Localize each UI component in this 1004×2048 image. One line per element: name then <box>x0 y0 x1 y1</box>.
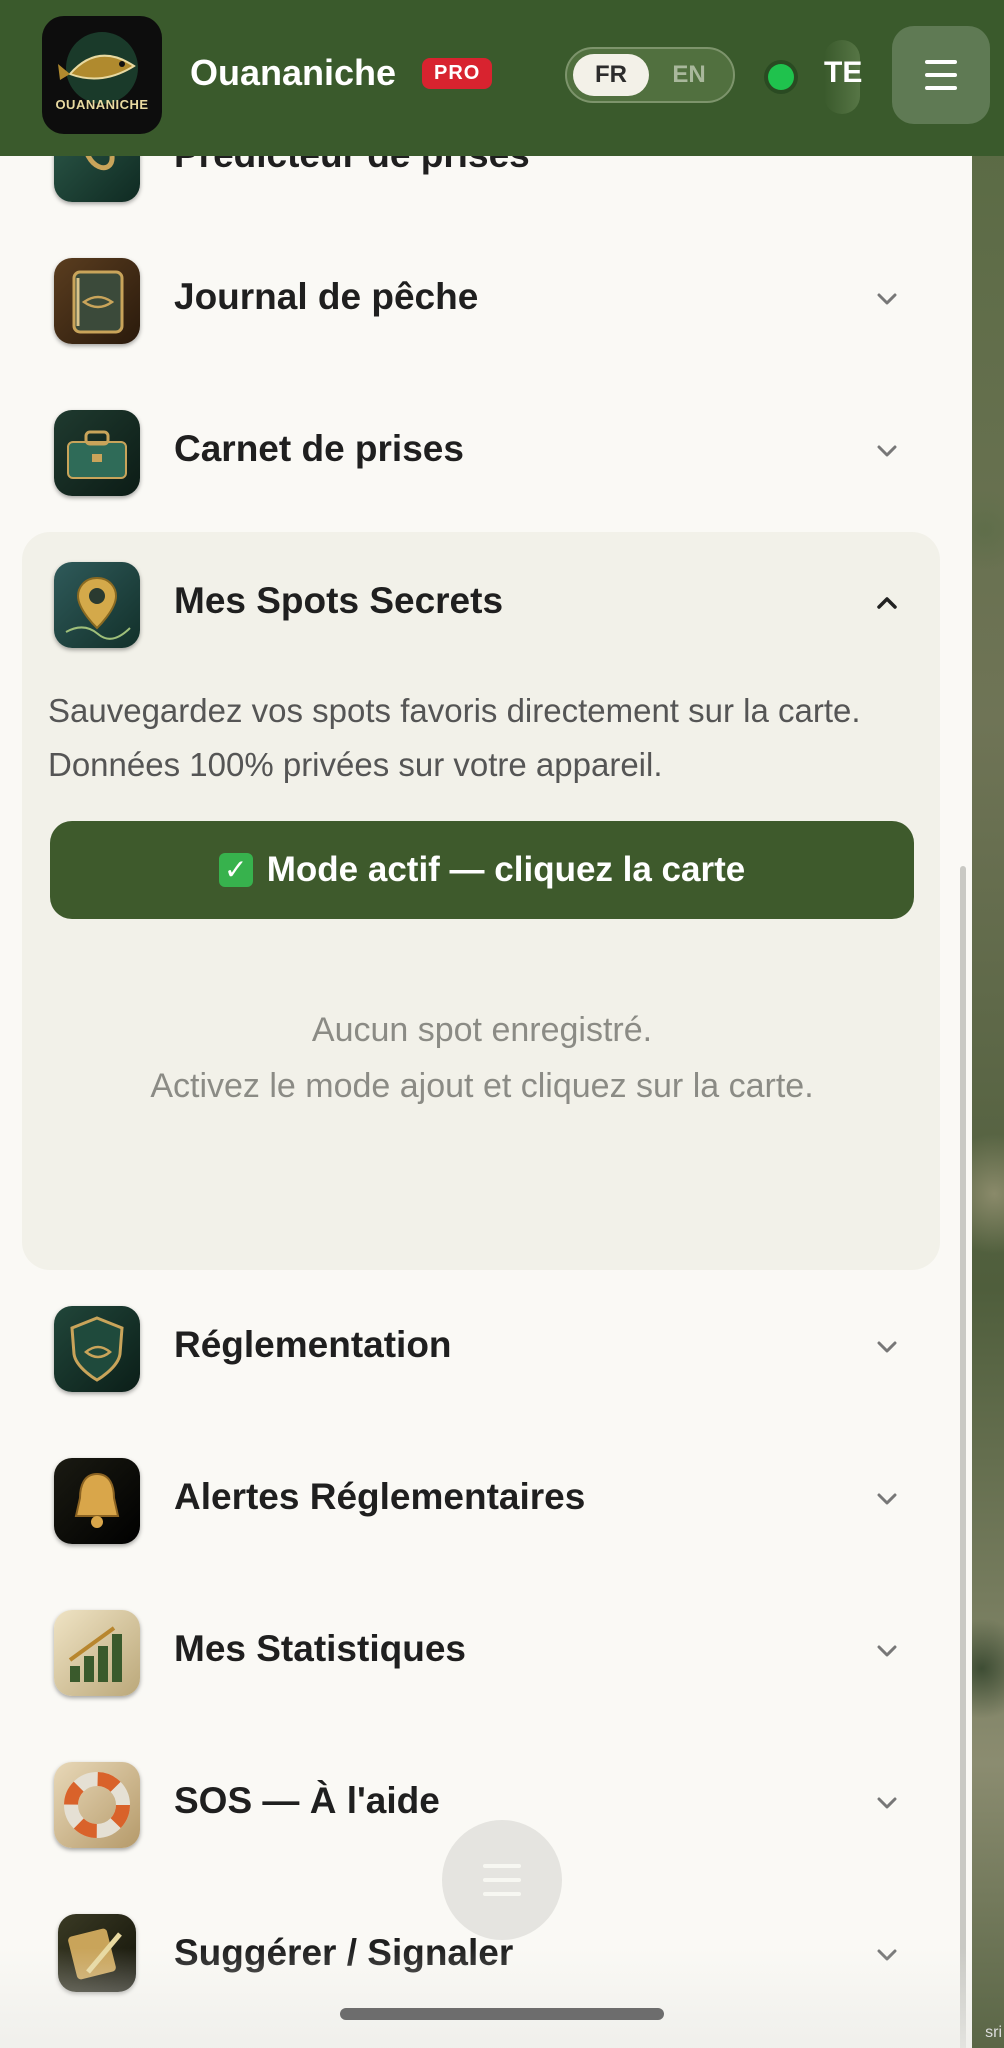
chevron-down-icon <box>877 1341 897 1353</box>
menu-icon <box>925 60 957 64</box>
chevron-down-icon <box>877 445 897 457</box>
floating-menu-button[interactable] <box>442 1820 562 1940</box>
menu-item-label: SOS — À l'aide <box>174 1780 440 1821</box>
language-toggle[interactable]: FR EN <box>565 47 735 103</box>
chevron-down-icon <box>877 293 897 305</box>
spots-description: Sauvegardez vos spots favoris directemen… <box>48 692 861 783</box>
menu-icon <box>483 1864 521 1868</box>
shield-fish-icon <box>54 1306 140 1392</box>
menu-item-label: Mes Spots Secrets <box>174 580 504 621</box>
lifebuoy-icon <box>54 1762 140 1848</box>
empty-state-hint: Activez le mode ajout et cliquez sur la … <box>150 1067 814 1105</box>
menu-item-alertes[interactable]: Alertes Réglementaires <box>0 1426 972 1576</box>
hamburger-menu-button[interactable] <box>892 26 990 124</box>
menu-item-label: Réglementation <box>174 1324 452 1365</box>
app-title: Ouananiche <box>190 52 397 93</box>
bottom-fade <box>0 1948 972 2048</box>
menu-item-label: Alertes Réglementaires <box>174 1476 586 1517</box>
chevron-down-icon <box>877 1645 897 1657</box>
mode-active-button[interactable]: ✓ Mode actif — cliquez la carte <box>50 821 914 919</box>
pro-badge: PRO <box>422 58 493 89</box>
fishing-hook-icon <box>54 156 140 202</box>
menu-item-spots-secrets[interactable]: Mes Spots Secrets <box>0 530 972 680</box>
check-mark-icon: ✓ <box>218 853 253 887</box>
menu-item-label: Journal de pêche <box>174 276 479 317</box>
menu-icon-line <box>483 1878 521 1882</box>
journal-book-icon <box>54 258 140 344</box>
app-header: OUANANICHE Ouananiche PRO FR EN TE <box>0 0 1004 156</box>
tackle-box-icon <box>54 410 140 496</box>
empty-state-line: Aucun spot enregistré. <box>311 1011 653 1049</box>
app-logo[interactable]: OUANANICHE <box>42 16 162 134</box>
fish-logo-icon <box>58 32 138 104</box>
map-pin-icon <box>54 562 140 648</box>
lang-option-fr[interactable]: FR <box>573 54 649 96</box>
status-label: TE <box>824 56 863 89</box>
chevron-down-icon <box>877 1797 897 1809</box>
chevron-down-icon <box>877 1493 897 1505</box>
map-attribution: sri <box>985 2024 1002 2041</box>
menu-item-label: Carnet de prises <box>174 428 464 469</box>
menu-item-journal[interactable]: Journal de pêche <box>0 226 972 376</box>
menu-icon-line <box>483 1892 521 1896</box>
menu-item-predicteur[interactable]: Prédicteur de prises <box>0 156 972 234</box>
lang-option-en[interactable]: EN <box>651 54 727 96</box>
menu-item-reglementation[interactable]: Réglementation <box>0 1274 972 1424</box>
home-indicator <box>340 2008 664 2020</box>
side-panel: Prédicteur de prises Journal de pêche Ca… <box>0 156 972 2048</box>
chevron-up-icon <box>877 597 897 609</box>
menu-item-label: Prédicteur de prises <box>174 156 530 176</box>
menu-item-statistiques[interactable]: Mes Statistiques <box>0 1578 972 1728</box>
menu-item-carnet[interactable]: Carnet de prises <box>0 378 972 528</box>
map-view[interactable]: sri <box>972 150 1004 2048</box>
bell-icon <box>54 1458 140 1544</box>
bar-chart-icon <box>54 1610 140 1696</box>
mode-button-label: Mode actif — cliquez la carte <box>266 850 746 889</box>
logo-text: OUANANICHE <box>55 97 149 112</box>
menu-icon-line <box>925 86 957 90</box>
empty-state: Aucun spot enregistré. Activez le mode a… <box>140 1002 824 1114</box>
menu-icon-line <box>925 73 957 77</box>
online-status-indicator <box>768 64 794 90</box>
menu-item-label: Mes Statistiques <box>174 1628 466 1669</box>
